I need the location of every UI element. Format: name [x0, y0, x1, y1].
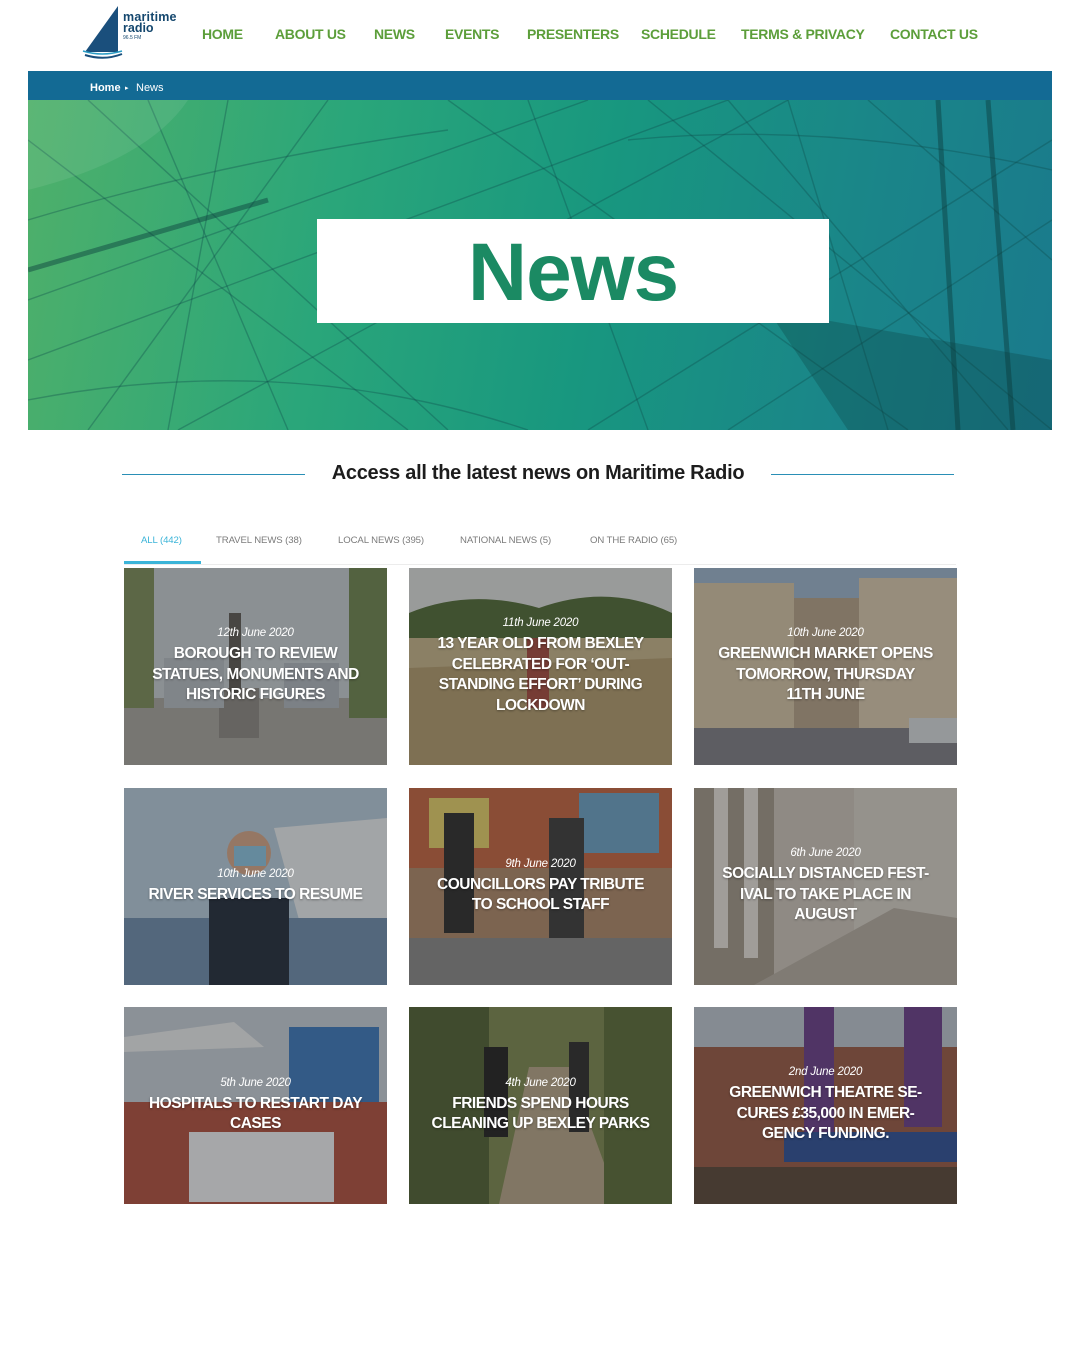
site-header: maritime radio 96.5 FM HOME ABOUT US NEW… — [0, 0, 1080, 71]
section-divider-right — [771, 474, 954, 475]
article-date: 11th June 2020 — [502, 617, 579, 629]
nav-news[interactable]: NEWS — [374, 26, 415, 42]
logo-text-radio: radio — [123, 21, 154, 35]
article-title: SOCIALLY DISTANCED FEST- IVAL TO TAKE PL… — [722, 865, 929, 924]
breadcrumb-separator-icon: ▸ — [125, 85, 129, 92]
news-card[interactable]: 6th June 2020 SOCIALLY DISTANCED FEST- I… — [694, 788, 957, 985]
breadcrumb: Home ▸ News — [28, 71, 1052, 100]
nav-schedule[interactable]: SCHEDULE — [641, 26, 716, 42]
article-title: COUNCILLORS PAY TRIBUTE TO SCHOOL STAFF — [437, 875, 644, 914]
article-title: GREENWICH THEATRE SE- CURES £35,000 IN E… — [729, 1084, 922, 1143]
article-date: 2nd June 2020 — [788, 1066, 863, 1079]
tab-on-the-radio[interactable]: ON THE RADIO (65) — [590, 535, 677, 546]
news-card[interactable]: 2nd June 2020 GREENWICH THEATRE SE- CURE… — [694, 1007, 957, 1204]
article-date: 4th June 2020 — [505, 1076, 576, 1089]
hero-title-box: News — [317, 219, 829, 323]
tab-all[interactable]: ALL (442) — [141, 535, 182, 546]
active-tab-indicator — [124, 561, 201, 564]
article-title: GREENWICH MARKET OPENS TOMORROW, THURSDA… — [718, 645, 933, 704]
news-card[interactable]: 11th June 2020 13 YEAR OLD FROM BEXLEY C… — [409, 568, 672, 765]
nav-presenters[interactable]: PRESENTERS — [527, 26, 619, 42]
news-card[interactable]: 10th June 2020 RIVER SERVICES TO RESUME — [124, 788, 387, 985]
breadcrumb-current: News — [136, 82, 164, 94]
site-logo[interactable]: maritime radio 96.5 FM — [82, 4, 182, 60]
article-title: BOROUGH TO REVIEW STATUES, MONUMENTS AND… — [152, 645, 359, 704]
article-date: 9th June 2020 — [505, 857, 576, 870]
nav-terms-privacy[interactable]: TERMS & PRIVACY — [741, 26, 865, 42]
tab-travel-news[interactable]: TRAVEL NEWS (38) — [216, 535, 302, 546]
article-date: 10th June 2020 — [787, 627, 864, 640]
article-date: 12th June 2020 — [217, 627, 294, 640]
tab-national-news[interactable]: NATIONAL NEWS (5) — [460, 535, 551, 546]
news-card[interactable]: 10th June 2020 GREENWICH MARKET OPENS TO… — [694, 568, 957, 765]
hero-banner: News — [28, 100, 1052, 430]
tab-local-news[interactable]: LOCAL NEWS (395) — [338, 535, 424, 546]
news-card[interactable]: 9th June 2020 COUNCILLORS PAY TRIBUTE TO… — [409, 788, 672, 985]
article-title: RIVER SERVICES TO RESUME — [148, 885, 363, 903]
page-title: News — [467, 227, 679, 318]
nav-about-us[interactable]: ABOUT US — [275, 26, 346, 42]
article-date: 10th June 2020 — [217, 867, 294, 880]
news-card[interactable]: 12th June 2020 BOROUGH TO REVIEW STATUES… — [124, 568, 387, 765]
article-title: 13 YEAR OLD FROM BEXLEY CELEBRATED FOR ‘… — [437, 635, 644, 714]
news-filter-tabs: ALL (442) TRAVEL NEWS (38) LOCAL NEWS (3… — [124, 520, 956, 565]
nav-contact-us[interactable]: CONTACT US — [890, 26, 978, 42]
article-title: HOSPITALS TO RESTART DAY CASES — [148, 1094, 363, 1133]
nav-events[interactable]: EVENTS — [445, 26, 500, 42]
nav-home[interactable]: HOME — [202, 26, 243, 42]
article-date: 6th June 2020 — [790, 847, 861, 860]
breadcrumb-home-link[interactable]: Home — [90, 82, 121, 94]
news-card[interactable]: 4th June 2020 FRIENDS SPEND HOURS CLEANI… — [409, 1007, 672, 1204]
article-date: 5th June 2020 — [220, 1076, 291, 1089]
news-card[interactable]: 5th June 2020 HOSPITALS TO RESTART DAY C… — [124, 1007, 387, 1204]
logo-frequency: 96.5 FM — [123, 35, 142, 41]
article-title: FRIENDS SPEND HOURS CLEANING UP BEXLEY P… — [431, 1094, 650, 1133]
